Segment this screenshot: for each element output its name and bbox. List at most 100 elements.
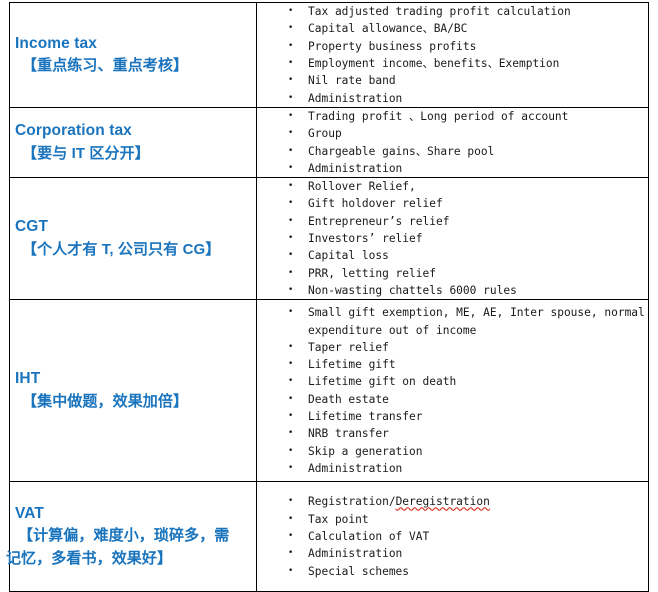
bullet-icon: • xyxy=(288,23,294,34)
list-item-label: Administration xyxy=(308,547,403,561)
bullet-icon: • xyxy=(288,111,294,121)
list-item-label: Registration/Deregistration xyxy=(308,495,490,508)
list-item-label: Gift holdover relief xyxy=(308,197,443,211)
list-item-label: Tax point xyxy=(308,512,369,526)
bullet-icon: • xyxy=(288,162,294,173)
list-item: • Registration/Deregistration xyxy=(257,493,648,510)
list-item: • Chargeable gains、Share pool xyxy=(257,143,648,160)
list-item-label: Property business profits xyxy=(308,39,477,53)
list-item-label: Tax adjusted trading profit calculation xyxy=(308,5,571,19)
list-item-label: Taper relief xyxy=(308,340,389,354)
bullet-list: • Trading profit 、Long period of account … xyxy=(257,108,648,177)
list-item-label: Lifetime gift on death xyxy=(308,375,457,389)
bullet-icon: • xyxy=(288,548,294,559)
bullet-icon: • xyxy=(288,496,294,507)
list-item: • Non-wasting chattels 6000 rules xyxy=(257,282,648,299)
bullet-icon: • xyxy=(288,284,294,295)
bullet-icon: • xyxy=(288,393,294,404)
topic-title: Corporation tax xyxy=(15,122,132,140)
list-item-label: PRR, letting relief xyxy=(308,266,436,280)
list-item: • Property business profits xyxy=(257,38,648,55)
bullet-icon: • xyxy=(288,376,294,387)
list-item: • Nil rate band xyxy=(257,72,648,89)
topic-note-line-1: 【计算偏，难度小，琐碎多，需 xyxy=(18,527,230,545)
list-item: • Rollover Relief, xyxy=(257,178,648,195)
list-item-label: Capital allowance、BA/BC xyxy=(308,22,468,36)
topic-cell-vat: VAT 【计算偏，难度小，琐碎多，需 记忆，多看书，效果好】 xyxy=(6,481,257,592)
topic-note: 【要与 IT 区分开】 xyxy=(22,144,150,162)
topic-title: CGT xyxy=(15,218,49,236)
list-item: • Death estate xyxy=(257,391,648,408)
topic-cell-cgt: CGT 【个人才有 T, 公司只有 CG】 xyxy=(9,177,257,301)
list-item: • Investors’ relief xyxy=(257,230,648,247)
list-item-label: Skip a generation xyxy=(308,444,423,458)
list-item-label: Rollover Relief, xyxy=(308,180,416,194)
list-item-label: Lifetime transfer xyxy=(308,410,423,424)
list-item: • Tax point xyxy=(257,511,648,528)
bullet-icon: • xyxy=(288,267,294,278)
bullet-icon: • xyxy=(288,145,294,156)
list-item: • Special schemes xyxy=(257,563,648,580)
list-item-label: Employment income、benefits、Exemption xyxy=(308,57,560,70)
topic-note: 【计算偏，难度小，琐碎多，需 记忆，多看书，效果好】 xyxy=(6,525,256,570)
list-item: • Administration xyxy=(257,545,648,562)
bullet-icon: • xyxy=(288,462,294,473)
list-item-label: Calculation of VAT xyxy=(308,530,430,544)
list-item: • Entrepreneur’s relief xyxy=(257,213,648,230)
detail-cell-corporation-tax: • Trading profit 、Long period of account … xyxy=(256,106,649,179)
bullet-icon: • xyxy=(288,181,294,192)
list-item-label-prefix: Registration/ xyxy=(308,495,396,509)
list-item-label: NRB transfer xyxy=(308,427,389,441)
bullet-icon: • xyxy=(288,565,294,576)
list-item-label: Special schemes xyxy=(308,564,410,578)
bullet-icon: • xyxy=(288,445,294,456)
bullet-icon: • xyxy=(288,531,294,542)
list-item-label: Administration xyxy=(308,91,403,105)
bullet-icon: • xyxy=(288,341,294,352)
list-item: • NRB transfer xyxy=(257,425,648,442)
list-item-label: Trading profit 、Long period of account xyxy=(308,110,569,123)
detail-cell-vat: • Registration/Deregistration • Tax point … xyxy=(256,481,649,592)
list-item-label: Investors’ relief xyxy=(308,232,423,246)
list-item: • Employment income、benefits、Exemption xyxy=(257,55,648,72)
topic-title: Income tax xyxy=(15,34,97,52)
list-item: • Administration xyxy=(257,460,648,477)
table-row: VAT 【计算偏，难度小，琐碎多，需 记忆，多看书，效果好】 • Registra… xyxy=(6,481,649,592)
topic-cell-iht: IHT 【集中做题，效果加倍】 xyxy=(9,299,257,483)
study-plan-table: Income tax 【重点练习、重点考核】 • Tax adjusted tra… xyxy=(6,2,649,592)
table-row: Income tax 【重点练习、重点考核】 • Tax adjusted tra… xyxy=(9,2,649,108)
bullet-icon: • xyxy=(288,92,294,103)
table-row: Corporation tax 【要与 IT 区分开】 • Trading pro… xyxy=(9,106,649,179)
bullet-icon: • xyxy=(288,307,294,318)
topic-note: 【个人才有 T, 公司只有 CG】 xyxy=(22,240,221,258)
misspelled-word: Deregistration xyxy=(395,495,490,509)
list-item: • Calculation of VAT xyxy=(257,528,648,545)
bullet-icon: • xyxy=(288,215,294,226)
list-item: • Taper relief xyxy=(257,339,648,356)
bullet-icon: • xyxy=(288,6,294,17)
list-item: • Capital allowance、BA/BC xyxy=(257,20,648,37)
list-item: • Lifetime gift on death xyxy=(257,373,648,390)
list-item-label: Lifetime gift xyxy=(308,358,396,372)
list-item: • Skip a generation xyxy=(257,443,648,460)
list-item-label: Administration xyxy=(308,461,403,475)
list-item-label: Death estate xyxy=(308,392,389,406)
list-item: • Trading profit 、Long period of account xyxy=(257,108,648,125)
topic-cell-income-tax: Income tax 【重点练习、重点考核】 xyxy=(9,2,257,108)
topic-note: 【集中做题，效果加倍】 xyxy=(22,392,189,410)
list-item: • PRR, letting relief xyxy=(257,265,648,282)
topic-note-line-2: 记忆，多看书，效果好】 xyxy=(6,549,173,567)
bullet-icon: • xyxy=(288,250,294,261)
bullet-icon: • xyxy=(288,40,294,51)
table-row: IHT 【集中做题，效果加倍】 • Small gift exemption, M… xyxy=(9,299,649,483)
table-body: Income tax 【重点练习、重点考核】 • Tax adjusted tra… xyxy=(6,2,649,592)
list-item-label: Nil rate band xyxy=(308,74,396,88)
bullet-icon: • xyxy=(288,411,294,422)
list-item-label: Non-wasting chattels 6000 rules xyxy=(308,283,517,297)
list-item: • Administration xyxy=(257,160,648,177)
list-item-label: Entrepreneur’s relief xyxy=(308,214,450,228)
bullet-icon: • xyxy=(288,128,294,139)
list-item-label: Administration xyxy=(308,161,403,175)
topic-note: 【重点练习、重点考核】 xyxy=(22,56,189,74)
list-item-label: Chargeable gains、Share pool xyxy=(308,144,495,158)
